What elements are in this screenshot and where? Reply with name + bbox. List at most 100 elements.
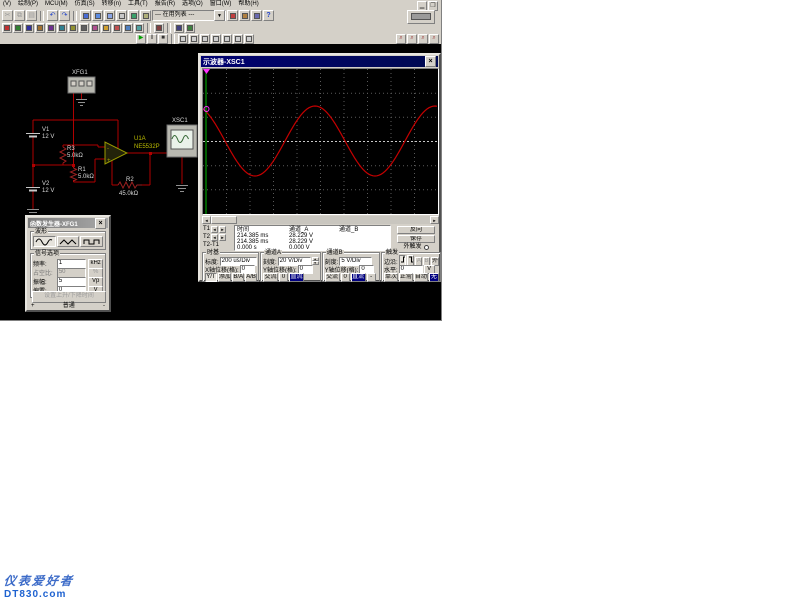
- place-analog-icon[interactable]: [46, 23, 56, 33]
- place-misc-digital-icon[interactable]: [79, 23, 89, 33]
- toggle-breakpoint-icon[interactable]: [233, 34, 243, 44]
- help-icon[interactable]: ?: [263, 10, 274, 21]
- step-into-icon[interactable]: [189, 34, 199, 44]
- t1-left-icon[interactable]: ◄: [211, 226, 218, 233]
- common-terminal[interactable]: 普通: [63, 303, 75, 309]
- close-icon[interactable]: ×: [95, 218, 106, 229]
- scroll-right-icon[interactable]: ►: [430, 216, 439, 224]
- component-wizard-icon[interactable]: [116, 10, 127, 21]
- channel-a-zero-button[interactable]: 0: [279, 273, 288, 282]
- step-over-icon[interactable]: [200, 34, 210, 44]
- database-manager-icon[interactable]: [104, 10, 115, 21]
- place-misc-icon[interactable]: [123, 23, 133, 33]
- save-button[interactable]: 保存: [397, 235, 435, 243]
- step-out-icon[interactable]: [211, 34, 221, 44]
- postprocessor-icon[interactable]: [140, 10, 151, 21]
- place-rf-icon[interactable]: [134, 23, 144, 33]
- place-electromechanical-icon[interactable]: [154, 23, 164, 33]
- battery-v2[interactable]: [26, 188, 40, 191]
- minus-terminal[interactable]: -: [103, 303, 105, 309]
- trigger-single-button[interactable]: 单次: [384, 273, 398, 282]
- trigger-none-button[interactable]: 无: [429, 273, 439, 282]
- zoom-out-icon[interactable]: ⌕: [407, 34, 417, 44]
- add-mode-button[interactable]: 添加: [218, 273, 231, 282]
- scope-display[interactable]: [202, 68, 439, 215]
- channel-a-dc-button[interactable]: 直流: [289, 273, 304, 282]
- redo-icon[interactable]: ↷: [59, 10, 70, 21]
- menu-reports[interactable]: 报告(R): [155, 1, 175, 8]
- remove-breakpoint-icon[interactable]: [244, 34, 254, 44]
- battery-v1[interactable]: [26, 134, 40, 137]
- electrical-rules-icon[interactable]: [227, 10, 238, 21]
- scrollbar-thumb[interactable]: [211, 216, 237, 224]
- place-transistor-icon[interactable]: [35, 23, 45, 33]
- stop-simulation-button[interactable]: ■: [158, 34, 168, 44]
- paste-icon[interactable]: ▤: [26, 10, 37, 21]
- square-wave-button[interactable]: [80, 236, 103, 247]
- menu-window[interactable]: 窗口(W): [210, 1, 232, 8]
- design-toolbox-icon[interactable]: [80, 10, 91, 21]
- resistor-r1[interactable]: [71, 168, 77, 181]
- menu-options[interactable]: 选项(O): [182, 1, 203, 8]
- place-indicator-icon[interactable]: [101, 23, 111, 33]
- channel-b-zero-button[interactable]: 0: [341, 273, 350, 282]
- zoom-fit-icon[interactable]: ⌕: [429, 34, 439, 44]
- cursor-1-handle[interactable]: [203, 69, 210, 74]
- channel-a-ac-button[interactable]: 交流: [263, 273, 278, 282]
- place-basic-icon[interactable]: [13, 23, 23, 33]
- capture-screen-icon[interactable]: [239, 10, 250, 21]
- run-to-cursor-icon[interactable]: [222, 34, 232, 44]
- spreadsheet-view-icon[interactable]: [92, 10, 103, 21]
- pause-at-breakpoint-icon[interactable]: [178, 34, 188, 44]
- back-annotate-icon[interactable]: [251, 10, 262, 21]
- t2-right-icon[interactable]: ►: [219, 234, 226, 241]
- place-diode-icon[interactable]: [24, 23, 34, 33]
- menu-simulate[interactable]: 仿真(S): [75, 1, 95, 8]
- in-use-list-combobox[interactable]: --- 在用列表 --- ▼: [152, 10, 226, 21]
- pause-simulation-button[interactable]: ‖: [147, 34, 157, 44]
- grapher-icon[interactable]: [128, 10, 139, 21]
- menu-view-partial[interactable]: (V): [3, 1, 11, 8]
- xfg1-instrument[interactable]: [68, 77, 95, 93]
- menu-tools[interactable]: 工具(T): [128, 1, 148, 8]
- close-icon[interactable]: ×: [425, 56, 436, 67]
- scope-horizontal-scrollbar[interactable]: ◄ ►: [202, 216, 439, 224]
- place-mixed-icon[interactable]: [90, 23, 100, 33]
- sine-wave-button[interactable]: [33, 236, 56, 247]
- reverse-button[interactable]: 反向: [397, 226, 435, 234]
- menu-place[interactable]: 绘制(P): [18, 1, 38, 8]
- triangle-wave-button[interactable]: [57, 236, 80, 247]
- run-simulation-button[interactable]: ▶: [136, 34, 146, 44]
- function-generator-titlebar[interactable]: 函数发生器-XFG1 ×: [28, 218, 108, 228]
- spin-down-icon[interactable]: ▼: [312, 261, 319, 265]
- scroll-left-icon[interactable]: ◄: [202, 216, 211, 224]
- oscilloscope-window[interactable]: 示波器-XSC1 × ◄: [198, 53, 441, 282]
- ext-trigger-radio[interactable]: [424, 245, 429, 250]
- channel-b-invert-button[interactable]: -: [367, 273, 376, 282]
- trigger-normal-button[interactable]: 正常: [399, 273, 413, 282]
- ba-mode-button[interactable]: B/A: [232, 273, 244, 282]
- menu-transfer[interactable]: 转移(n): [102, 1, 121, 8]
- place-cmos-icon[interactable]: [68, 23, 78, 33]
- place-bus-icon[interactable]: [174, 23, 184, 33]
- place-ttl-icon[interactable]: [57, 23, 67, 33]
- ab-mode-button[interactable]: A/B: [245, 273, 257, 282]
- undo-icon[interactable]: ↶: [47, 10, 58, 21]
- t1-right-icon[interactable]: ►: [219, 226, 226, 233]
- zoom-in-icon[interactable]: ⌕: [396, 34, 406, 44]
- place-power-icon[interactable]: [112, 23, 122, 33]
- copy-icon[interactable]: ⧉: [14, 10, 25, 21]
- opamp-u1a[interactable]: - +: [105, 142, 127, 164]
- chevron-down-icon[interactable]: ▼: [214, 10, 225, 21]
- oscilloscope-titlebar[interactable]: 示波器-XSC1 ×: [201, 56, 438, 67]
- xsc1-instrument[interactable]: [167, 125, 197, 157]
- yt-mode-button[interactable]: Y/T: [205, 273, 217, 282]
- menu-help[interactable]: 帮助(H): [238, 1, 258, 8]
- cut-icon[interactable]: ✂: [2, 10, 13, 21]
- plus-terminal[interactable]: +: [31, 303, 35, 309]
- channel-b-dc-button[interactable]: 直流: [351, 273, 366, 282]
- trigger-auto-button[interactable]: 自动: [414, 273, 428, 282]
- instruments-toolbar-icon[interactable]: [407, 10, 435, 24]
- t2-left-icon[interactable]: ◄: [211, 234, 218, 241]
- place-source-icon[interactable]: [2, 23, 12, 33]
